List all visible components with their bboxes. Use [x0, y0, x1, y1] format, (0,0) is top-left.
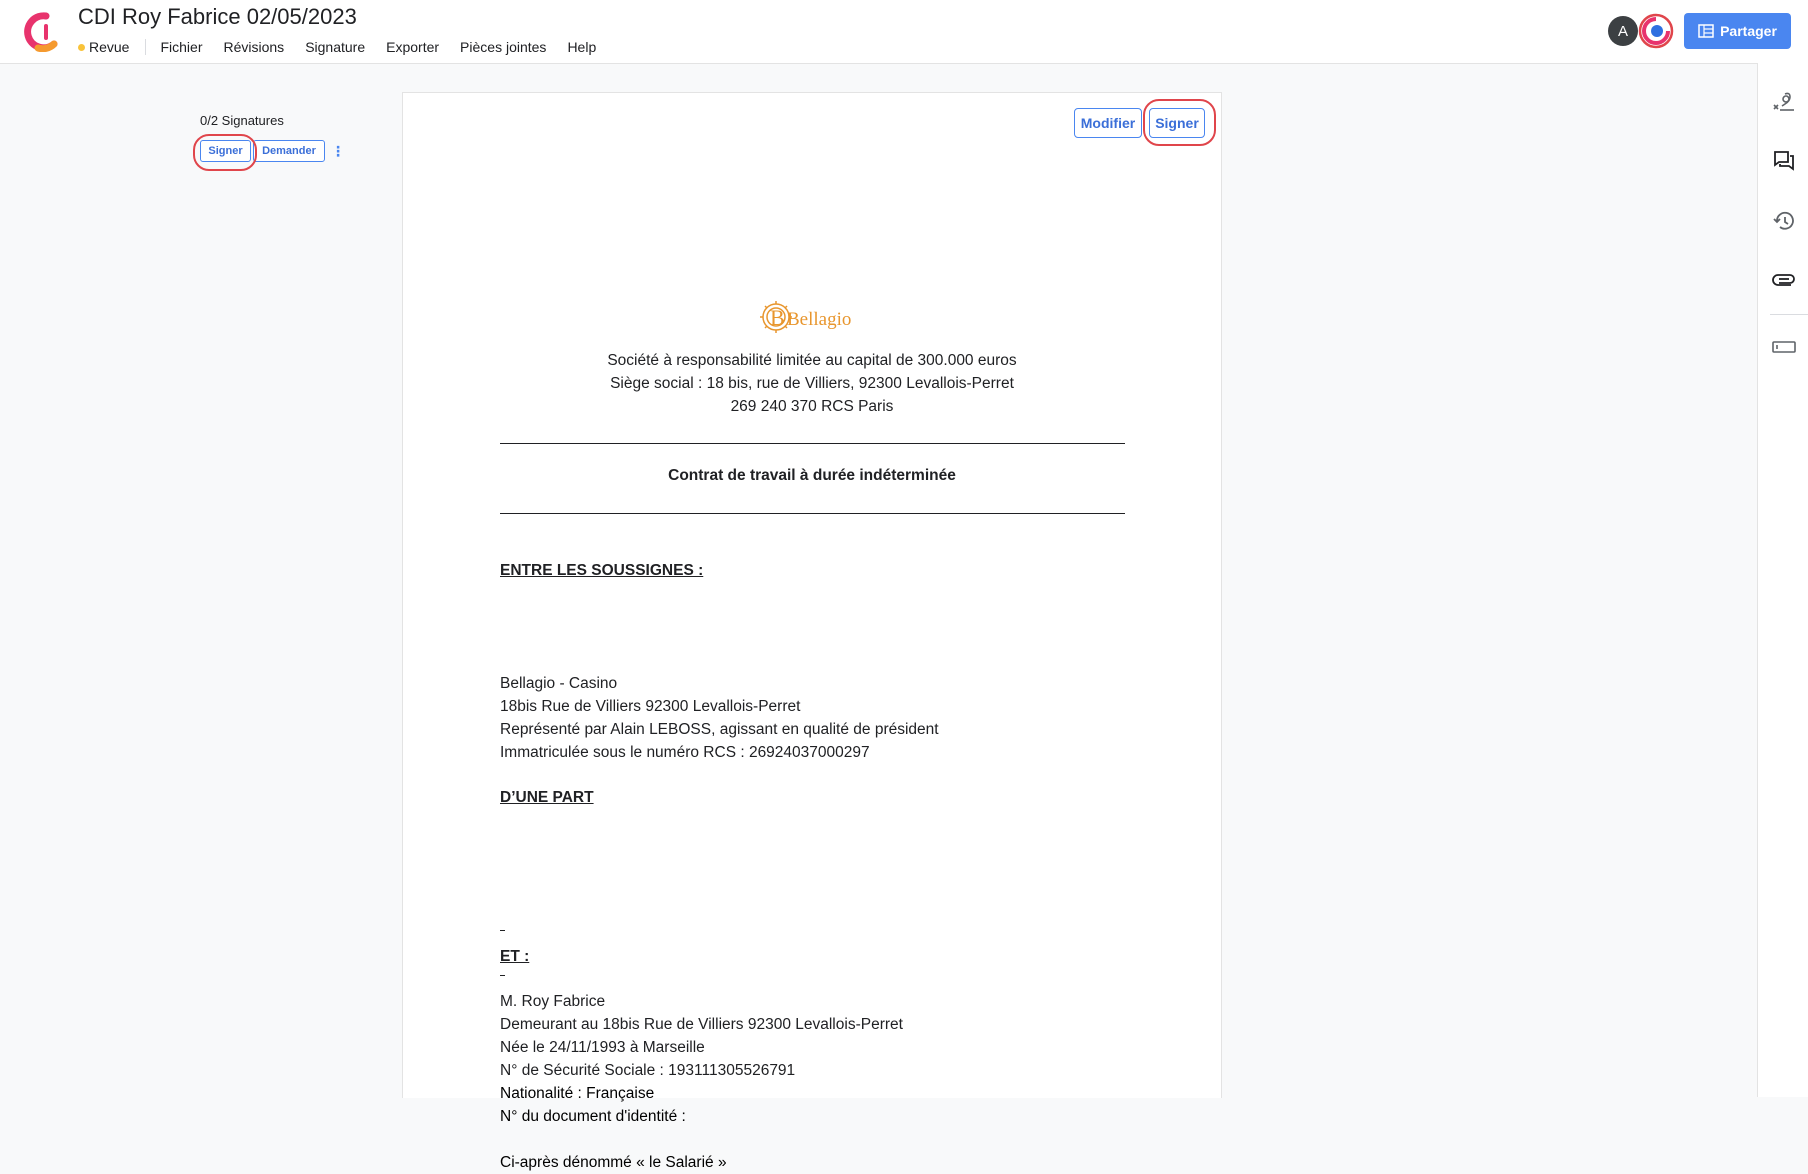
status-label: Revue [89, 39, 130, 55]
employee-line: M. Roy Fabrice [500, 993, 606, 1010]
svg-text:Bellagio: Bellagio [787, 309, 851, 330]
signature-icon[interactable] [1772, 90, 1796, 114]
company-line: 269 240 370 RCS Paris [730, 398, 894, 415]
status-dot-icon [78, 43, 85, 51]
modify-button[interactable]: Modifier [1074, 108, 1142, 138]
signatures-count: 0/2 Signatures [200, 113, 284, 128]
company-line: Société à responsabilité limitée au capi… [607, 352, 1017, 369]
employee-line: Née le 24/11/1993 à Marseille [500, 1039, 705, 1056]
svg-text:B: B [770, 305, 785, 330]
fields-icon[interactable] [1772, 335, 1796, 359]
document-page: Modifier Signer B Bellagio Société à res… [402, 92, 1222, 1171]
menu-item-revisions[interactable]: Révisions [223, 39, 284, 55]
employer-line: Représenté par Alain LEBOSS, agissant en… [500, 721, 939, 738]
request-signature-button[interactable]: Demander [253, 140, 325, 162]
kebab-vertical-icon[interactable]: ⋮ [331, 144, 345, 158]
document-title[interactable]: CDI Roy Fabrice 02/05/2023 [78, 4, 357, 30]
share-label: Partager [1720, 23, 1777, 39]
toolbar-divider [1770, 314, 1808, 315]
employer-line: Bellagio - Casino [500, 675, 618, 692]
menu-bar: Revue Fichier Révisions Signature Export… [78, 36, 617, 58]
company-line: Siège social : 18 bis, rue de Villiers, … [610, 375, 1014, 392]
menu-item-signature[interactable]: Signature [305, 39, 365, 55]
highlight-ring-document-sign [1143, 99, 1216, 146]
and-heading: ET : [500, 948, 530, 965]
share-button[interactable]: Partager [1684, 13, 1791, 49]
menu-item-fichier[interactable]: Fichier [160, 39, 202, 55]
blank-mark [500, 967, 505, 976]
employer-line: 18bis Rue de Villiers 92300 Levallois-Pe… [500, 698, 801, 715]
employee-line: N° de Sécurité Sociale : 193111305526791 [500, 1062, 796, 1079]
employer-line: Immatriculée sous le numéro RCS : 269240… [500, 744, 870, 761]
menu-item-exporter[interactable]: Exporter [386, 39, 439, 55]
divider-top [500, 443, 1125, 444]
employee-line: Demeurant au 18bis Rue de Villiers 92300… [500, 1016, 903, 1033]
company-logo: B Bellagio [760, 301, 851, 333]
share-building-icon [1698, 24, 1714, 38]
signatures-panel: 0/2 Signatures Signer Demander ⋮ [200, 113, 345, 162]
between-heading: ENTRE LES SOUSSIGNES : [500, 562, 704, 579]
employee-block: M. Roy Fabrice Demeurant au 18bis Rue de… [500, 990, 903, 1174]
history-icon[interactable] [1772, 209, 1796, 233]
avatar[interactable]: A [1608, 16, 1638, 46]
avatar-brand-icon[interactable] [1638, 13, 1674, 49]
company-info: Société à responsabilité limitée au capi… [499, 349, 1125, 418]
menu-item-help[interactable]: Help [567, 39, 596, 55]
app-logo-icon[interactable] [24, 12, 60, 52]
menu-item-pieces-jointes[interactable]: Pièces jointes [460, 39, 546, 55]
status-badge[interactable]: Revue [78, 39, 147, 55]
divider-bottom [500, 513, 1125, 514]
comments-icon[interactable] [1772, 149, 1796, 173]
employer-block: Bellagio - Casino 18bis Rue de Villiers … [500, 672, 939, 764]
contract-title: Contrat de travail à durée indéterminée [668, 467, 956, 484]
highlight-ring-panel-sign [193, 134, 257, 171]
attachment-icon[interactable] [1772, 268, 1796, 292]
right-toolbar [1757, 63, 1808, 1097]
blank-mark [500, 922, 505, 931]
party-one-heading: D’UNE PART [500, 789, 594, 806]
employee-line: N° du document d'identité : [500, 1108, 686, 1125]
employee-line: Nationalité : Française [500, 1085, 655, 1102]
employee-alias: Ci-après dénommé « le Salarié » [500, 1154, 727, 1171]
top-bar: CDI Roy Fabrice 02/05/2023 Revue Fichier… [0, 0, 1808, 64]
